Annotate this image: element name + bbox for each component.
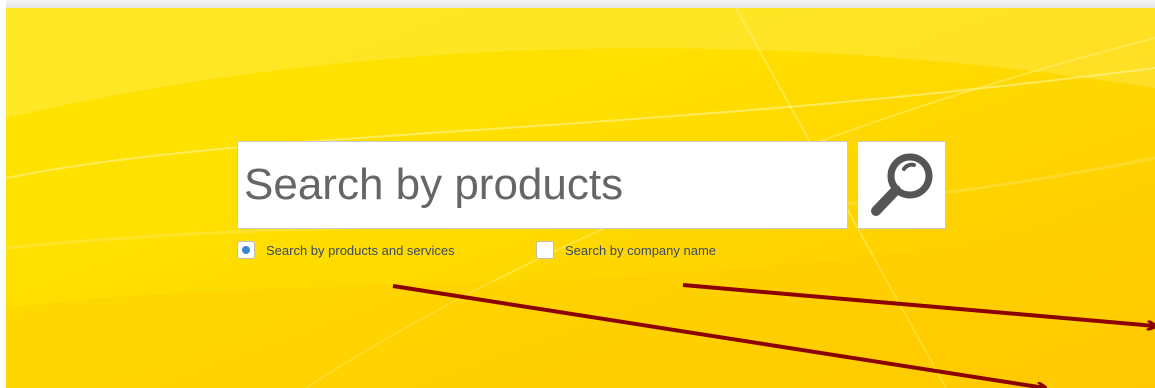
option-company-name[interactable]: Search by company name: [536, 239, 716, 261]
search-button[interactable]: [857, 141, 946, 229]
option-label-company: Search by company name: [565, 242, 717, 258]
top-divider: [0, 0, 1155, 8]
option-label-products: Search by products and services: [266, 242, 455, 258]
radio-selected-dot: [242, 246, 250, 254]
search-banner: Search by products and services Search b…: [6, 8, 1155, 388]
search-input[interactable]: [244, 160, 847, 210]
search-input-box[interactable]: [237, 141, 848, 229]
radio-company-name[interactable]: [536, 241, 554, 259]
magnifier-icon: [870, 153, 932, 216]
option-products-services[interactable]: Search by products and services: [237, 239, 455, 261]
radio-products-services[interactable]: [237, 241, 255, 259]
